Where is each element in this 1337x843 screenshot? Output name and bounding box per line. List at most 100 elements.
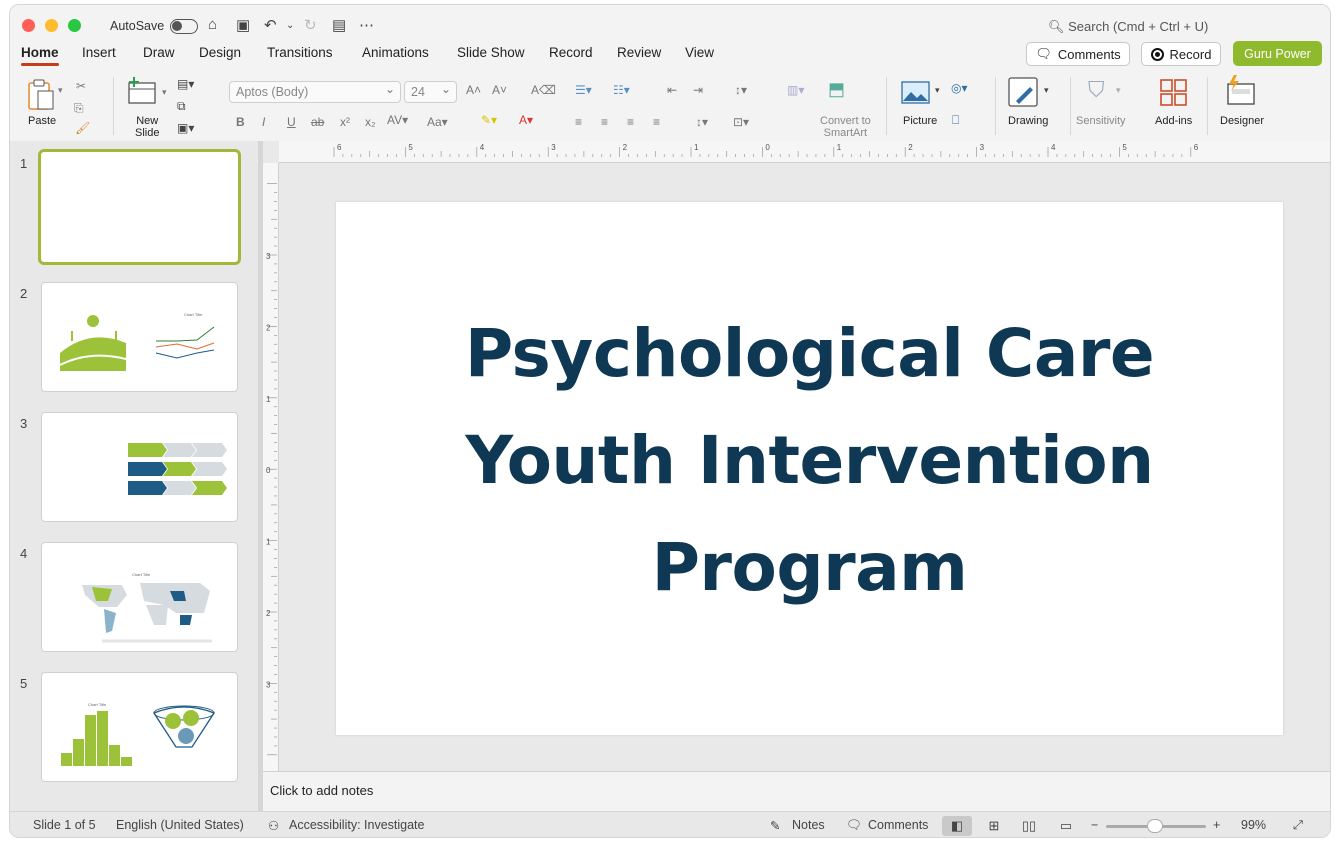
zoom-slider-handle[interactable] xyxy=(1147,819,1163,833)
normal-view-button[interactable]: ◧ xyxy=(942,816,972,836)
paste-dropdown-icon[interactable]: ▾ xyxy=(58,85,63,96)
current-slide[interactable]: Psychological Care Youth Intervention Pr… xyxy=(336,202,1283,735)
designer-icon[interactable] xyxy=(1225,75,1257,107)
superscript-icon[interactable]: x² xyxy=(340,115,350,129)
close-window-button[interactable] xyxy=(22,19,35,32)
decrease-font-icon[interactable]: A˅ xyxy=(492,83,507,97)
record-button[interactable]: Record xyxy=(1141,42,1221,66)
drawing-dropdown-icon[interactable]: ▾ xyxy=(1044,85,1049,96)
copy-icon[interactable]: ⎘ xyxy=(74,101,84,116)
change-case-icon[interactable]: Aa▾ xyxy=(427,115,448,129)
format-painter-icon[interactable]: 🖌︎ xyxy=(75,121,90,135)
reading-view-button[interactable]: ▯▯ xyxy=(1014,816,1044,836)
autosave-toggle[interactable] xyxy=(170,19,198,34)
accessibility-icon[interactable]: ⚇ xyxy=(268,818,279,833)
paste-icon[interactable] xyxy=(26,77,56,111)
increase-indent-icon[interactable]: ⇥ xyxy=(693,83,703,97)
zoom-out-button[interactable]: − xyxy=(1091,818,1098,832)
drawing-icon[interactable] xyxy=(1008,77,1040,109)
save-as-icon[interactable]: ▤ xyxy=(332,16,346,34)
slide-thumbnail-1[interactable] xyxy=(38,149,241,265)
more-icon[interactable]: ⋯ xyxy=(359,16,374,34)
strikethrough-icon[interactable]: ab xyxy=(311,115,324,129)
italic-icon[interactable]: I xyxy=(262,115,265,129)
slide-sorter-button[interactable]: ⊞ xyxy=(979,816,1009,836)
convert-smartart-label[interactable]: Convert to SmartArt xyxy=(820,115,871,139)
undo-icon[interactable]: ↶ xyxy=(264,16,277,34)
line-spacing-icon[interactable]: ↕▾ xyxy=(735,83,747,97)
accessibility-status[interactable]: Accessibility: Investigate xyxy=(289,818,424,832)
reset-icon[interactable]: ⧉ xyxy=(177,99,186,114)
align-left-icon[interactable]: ≡ xyxy=(575,115,582,129)
tab-home[interactable]: Home xyxy=(21,45,59,66)
sensitivity-label[interactable]: Sensitivity xyxy=(1076,115,1126,127)
font-size-dropdown[interactable]: 24 xyxy=(404,81,457,103)
align-right-icon[interactable]: ≡ xyxy=(627,115,634,129)
new-slide-dropdown-icon[interactable]: ▾ xyxy=(162,87,167,98)
slide-thumbnail-panel[interactable]: 1 2 Chart Title 3 4 Chart Title 5 Chart … xyxy=(10,141,258,811)
underline-icon[interactable]: U xyxy=(287,115,296,129)
slide-thumbnail-2[interactable]: Chart Title xyxy=(41,282,238,392)
highlight-icon[interactable]: ✎▾ xyxy=(481,113,497,127)
increase-font-icon[interactable]: A˄ xyxy=(466,83,481,97)
search-box[interactable]: 🔍︎ Search (Cmd + Ctrl + U) xyxy=(1048,19,1208,35)
align-center-icon[interactable]: ≡ xyxy=(601,115,608,129)
clear-formatting-icon[interactable]: A⌫ xyxy=(531,83,556,97)
font-name-dropdown[interactable]: Aptos (Body) xyxy=(229,81,401,103)
undo-dropdown-icon[interactable]: ⌄ xyxy=(286,20,294,31)
sensitivity-dropdown-icon[interactable]: ▾ xyxy=(1116,85,1121,96)
notes-pane[interactable]: Click to add notes xyxy=(263,771,1330,811)
zoom-level[interactable]: 99% xyxy=(1241,818,1266,832)
shapes-icon[interactable]: ◎▾ xyxy=(951,81,968,95)
tab-view[interactable]: View xyxy=(685,45,714,60)
notes-button[interactable]: Notes xyxy=(792,818,825,832)
slide-thumbnail-5[interactable]: Chart Title xyxy=(41,672,238,782)
textbox-icon[interactable]: ⎕ xyxy=(952,113,959,128)
columns-icon[interactable]: ▥▾ xyxy=(787,83,804,97)
fit-to-window-icon[interactable]: ⤢ xyxy=(1293,818,1303,833)
comments-button[interactable]: 🗨︎ Comments xyxy=(1026,42,1130,66)
slide-thumbnail-4[interactable]: Chart Title xyxy=(41,542,238,652)
slide-title[interactable]: Psychological Care Youth Intervention Pr… xyxy=(336,300,1283,621)
guru-power-button[interactable]: Guru Power xyxy=(1233,41,1322,66)
tab-review[interactable]: Review xyxy=(617,45,661,60)
comments-status-button[interactable]: Comments xyxy=(868,818,928,832)
section-icon[interactable]: ▣▾ xyxy=(177,121,194,135)
align-text-icon[interactable]: ⊡▾ xyxy=(733,115,749,129)
subscript-icon[interactable]: x₂ xyxy=(365,115,376,129)
save-icon[interactable]: ▣ xyxy=(236,16,250,34)
character-spacing-icon[interactable]: AV▾ xyxy=(387,113,408,127)
decrease-indent-icon[interactable]: ⇤ xyxy=(667,83,677,97)
tab-design[interactable]: Design xyxy=(199,45,241,60)
tab-transitions[interactable]: Transitions xyxy=(267,45,333,60)
sensitivity-icon[interactable]: ⛉ xyxy=(1088,77,1105,103)
text-direction-icon[interactable]: ↕▾ xyxy=(696,115,708,129)
addins-icon[interactable] xyxy=(1160,79,1188,107)
home-icon[interactable]: ⌂ xyxy=(208,16,217,33)
numbering-icon[interactable]: ☷▾ xyxy=(613,83,630,97)
tab-insert[interactable]: Insert xyxy=(82,45,116,60)
zoom-window-button[interactable] xyxy=(68,19,81,32)
bullets-icon[interactable]: ☰▾ xyxy=(575,83,592,97)
tab-record[interactable]: Record xyxy=(549,45,593,60)
bold-icon[interactable]: B xyxy=(236,115,245,129)
minimize-window-button[interactable] xyxy=(45,19,58,32)
cut-icon[interactable]: ✂ xyxy=(76,79,86,93)
zoom-in-button[interactable]: + xyxy=(1213,818,1220,832)
tab-slide-show[interactable]: Slide Show xyxy=(457,45,525,60)
picture-dropdown-icon[interactable]: ▾ xyxy=(935,85,940,96)
justify-icon[interactable]: ≡ xyxy=(653,115,660,129)
language-status[interactable]: English (United States) xyxy=(116,818,244,832)
slideshow-view-button[interactable]: ▭ xyxy=(1051,816,1081,836)
notes-icon[interactable]: ✎ xyxy=(770,818,780,833)
comments-status-icon[interactable]: 🗨︎ xyxy=(846,818,862,833)
layout-icon[interactable]: ▤▾ xyxy=(177,77,194,91)
tab-animations[interactable]: Animations xyxy=(362,45,429,60)
tab-draw[interactable]: Draw xyxy=(143,45,175,60)
new-slide-icon[interactable] xyxy=(127,77,159,107)
font-color-icon[interactable]: A▾ xyxy=(519,113,533,127)
smartart-icon[interactable]: ⬒ xyxy=(828,79,845,100)
picture-icon[interactable] xyxy=(901,81,931,105)
slide-thumbnail-3[interactable] xyxy=(41,412,238,522)
redo-icon[interactable]: ↻ xyxy=(304,16,317,34)
